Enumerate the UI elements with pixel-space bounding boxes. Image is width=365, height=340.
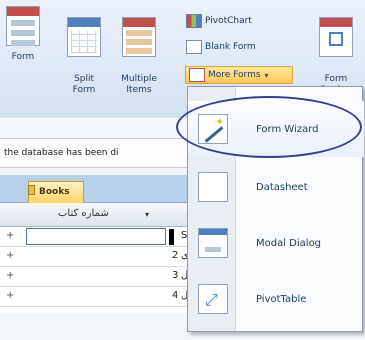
menu-item-label: Modal Dialog <box>256 237 322 249</box>
tab-books[interactable]: Books <box>28 181 84 203</box>
table-row[interactable]: + Sq <box>0 227 194 247</box>
form-design-icon <box>319 17 353 57</box>
datasheet-icon <box>198 172 228 202</box>
table-row[interactable]: + 3 ل <box>0 267 190 287</box>
multiple-items-button[interactable]: Multiple Items <box>116 6 162 98</box>
expand-icon[interactable]: + <box>6 231 16 241</box>
expand-icon[interactable]: + <box>6 251 16 261</box>
menu-item-datasheet[interactable]: Datasheet <box>188 159 364 215</box>
blank-form-button[interactable]: Blank Form <box>186 38 256 56</box>
blank-form-label: Blank Form <box>205 42 256 52</box>
multiple-items-icon <box>122 17 156 57</box>
form-wizard-icon: ✦ <box>198 114 228 144</box>
menu-item-modal-dialog[interactable]: Modal Dialog <box>188 215 364 271</box>
text-cursor <box>169 229 174 245</box>
sort-dropdown-icon[interactable]: ▾ <box>145 210 149 219</box>
column-header-label: شماره کتاب <box>58 208 109 219</box>
form-button[interactable]: Form <box>6 6 40 98</box>
pivotchart-icon <box>186 14 202 28</box>
column-header[interactable]: شماره کتاب ▾ <box>0 203 190 227</box>
more-forms-menu: ✦ Form Wizard Datasheet Modal Dialog ⤢ P… <box>187 86 364 332</box>
chevron-down-icon: ▾ <box>264 70 269 80</box>
table-row[interactable]: + 4 ل <box>0 287 190 307</box>
active-cell[interactable] <box>26 228 166 245</box>
split-form-button[interactable]: Split Form <box>64 6 104 98</box>
pivotchart-button[interactable]: PivotChart <box>186 12 252 30</box>
form-button-label: Form <box>11 52 35 62</box>
document-tab-strip: Books <box>0 175 190 203</box>
row-number: 3 <box>172 270 179 281</box>
row-number: 2 <box>172 250 179 261</box>
pivottable-icon: ⤢ <box>198 284 228 314</box>
menu-item-form-wizard[interactable]: ✦ Form Wizard <box>188 101 364 157</box>
datasheet: شماره کتاب ▾ + Sq + 2 ی + 3 ل + 4 ل <box>0 203 194 313</box>
menu-item-pivottable[interactable]: ⤢ PivotTable <box>188 271 364 327</box>
more-forms-label: More Forms <box>208 70 261 80</box>
menu-item-label: Form Wizard <box>256 123 319 135</box>
table-row[interactable]: + 2 ی <box>0 247 190 267</box>
split-form-button-label: Split Form <box>72 74 96 95</box>
expand-icon[interactable]: + <box>6 271 16 281</box>
message-bar-text: the database has been di <box>4 148 119 158</box>
form-design-button[interactable]: Form Design <box>312 6 360 98</box>
more-forms-icon <box>189 68 205 82</box>
pivotchart-label: PivotChart <box>205 16 252 26</box>
more-forms-button[interactable]: More Forms ▾ <box>185 66 293 84</box>
table-icon <box>28 185 35 195</box>
expand-icon[interactable]: + <box>6 291 16 301</box>
blank-form-icon <box>186 40 202 54</box>
tab-books-label: Books <box>39 187 70 197</box>
menu-item-label: PivotTable <box>256 293 307 305</box>
row-number: 4 <box>172 290 179 301</box>
modal-dialog-icon <box>198 228 228 258</box>
menu-item-label: Datasheet <box>256 181 308 193</box>
form-icon <box>6 6 40 46</box>
split-form-icon <box>67 17 101 57</box>
message-bar: the database has been di <box>0 138 190 168</box>
multiple-items-button-label: Multiple Items <box>121 74 157 95</box>
